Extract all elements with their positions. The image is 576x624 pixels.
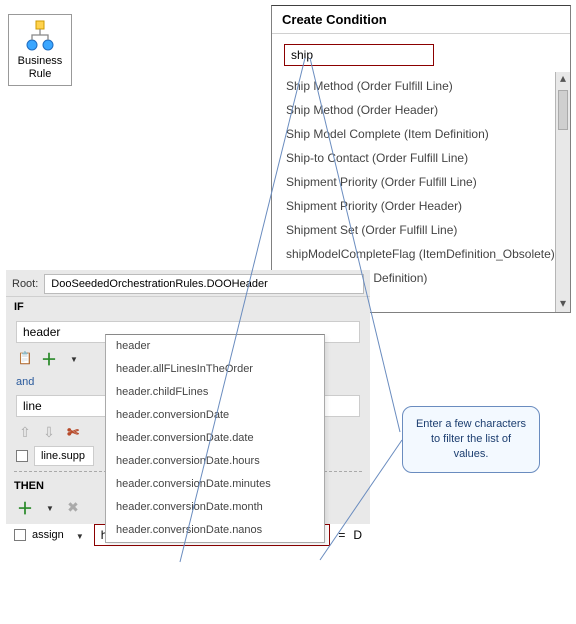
then-add-icon[interactable]: ＋ <box>16 498 34 516</box>
condition-suggestion-item[interactable]: Ship-to Contact (Order Fulfill Line) <box>282 146 555 170</box>
assign-suggestion-item[interactable]: header.conversionDate.date <box>106 427 324 450</box>
move-up-icon[interactable]: ⇧ <box>16 423 34 441</box>
assign-suggestion-item[interactable]: header.conversionDate <box>106 404 324 427</box>
business-rule-node[interactable]: Business Rule <box>8 14 72 86</box>
business-rule-label: Business Rule <box>13 55 67 81</box>
condition-suggestion-item[interactable]: shipModelCompleteFlag (ItemDefinition_Ob… <box>282 242 555 266</box>
root-input[interactable] <box>44 274 364 294</box>
assign-suggestion-item[interactable]: header.conversionDate.minutes <box>106 473 324 496</box>
assign-suggestion-list: header header.allFLinesInTheOrder header… <box>105 334 325 543</box>
add-icon[interactable]: ＋ <box>40 349 58 367</box>
assign-type-dropdown-icon[interactable] <box>70 526 88 544</box>
assign-suggestion-item[interactable]: header.childFLines <box>106 381 324 404</box>
condition-search-input[interactable] <box>284 44 434 66</box>
condition-suggestion-item[interactable]: Ship Method (Order Fulfill Line) <box>282 74 555 98</box>
equals-sign: = <box>336 528 347 542</box>
assign-suggestion-item[interactable]: header.conversionDate.hours <box>106 450 324 473</box>
scroll-up-icon[interactable]: ▴ <box>556 72 570 87</box>
cut-icon[interactable]: ✄ <box>64 423 82 441</box>
assign-value-trunc: D <box>353 528 362 542</box>
business-rule-icon <box>22 19 58 53</box>
condition-suggestion-item[interactable]: Shipment Priority (Order Header) <box>282 194 555 218</box>
scroll-thumb[interactable] <box>558 90 568 130</box>
row-checkbox[interactable] <box>16 450 28 462</box>
hint-callout: Enter a few characters to filter the lis… <box>402 406 540 473</box>
and-operator[interactable]: and <box>16 376 34 388</box>
assign-label: assign <box>32 529 64 541</box>
create-condition-panel: Create Condition Ship Method (Order Fulf… <box>271 5 571 313</box>
condition-suggestion-item[interactable]: Ship Method (Order Header) <box>282 98 555 122</box>
assign-suggestion-item[interactable]: header.conversionDate.nanos <box>106 519 324 542</box>
condition-suggestion-item[interactable]: Shipment Priority (Order Fulfill Line) <box>282 170 555 194</box>
paste-icon[interactable]: 📋 <box>16 349 34 367</box>
add-dropdown-icon[interactable] <box>64 349 82 367</box>
create-condition-title: Create Condition <box>272 6 570 34</box>
line-supp-field[interactable] <box>34 446 94 466</box>
move-down-icon[interactable]: ⇩ <box>40 423 58 441</box>
scroll-down-icon[interactable]: ▾ <box>556 297 570 312</box>
if-label: IF <box>6 297 370 317</box>
assign-checkbox[interactable] <box>14 529 26 541</box>
then-delete-icon[interactable]: ✖ <box>64 498 82 516</box>
assign-suggestion-item[interactable]: header.allFLinesInTheOrder <box>106 358 324 381</box>
assign-suggestion-item[interactable]: header.conversionDate.month <box>106 496 324 519</box>
root-label: Root: <box>12 278 38 290</box>
suggestion-scrollbar[interactable]: ▴ ▾ <box>555 72 570 312</box>
assign-suggestion-item[interactable]: header <box>106 335 324 358</box>
condition-suggestion-item[interactable]: Shipment Set (Order Fulfill Line) <box>282 218 555 242</box>
condition-suggestion-item[interactable]: Ship Model Complete (Item Definition) <box>282 122 555 146</box>
then-add-dropdown-icon[interactable] <box>40 498 58 516</box>
